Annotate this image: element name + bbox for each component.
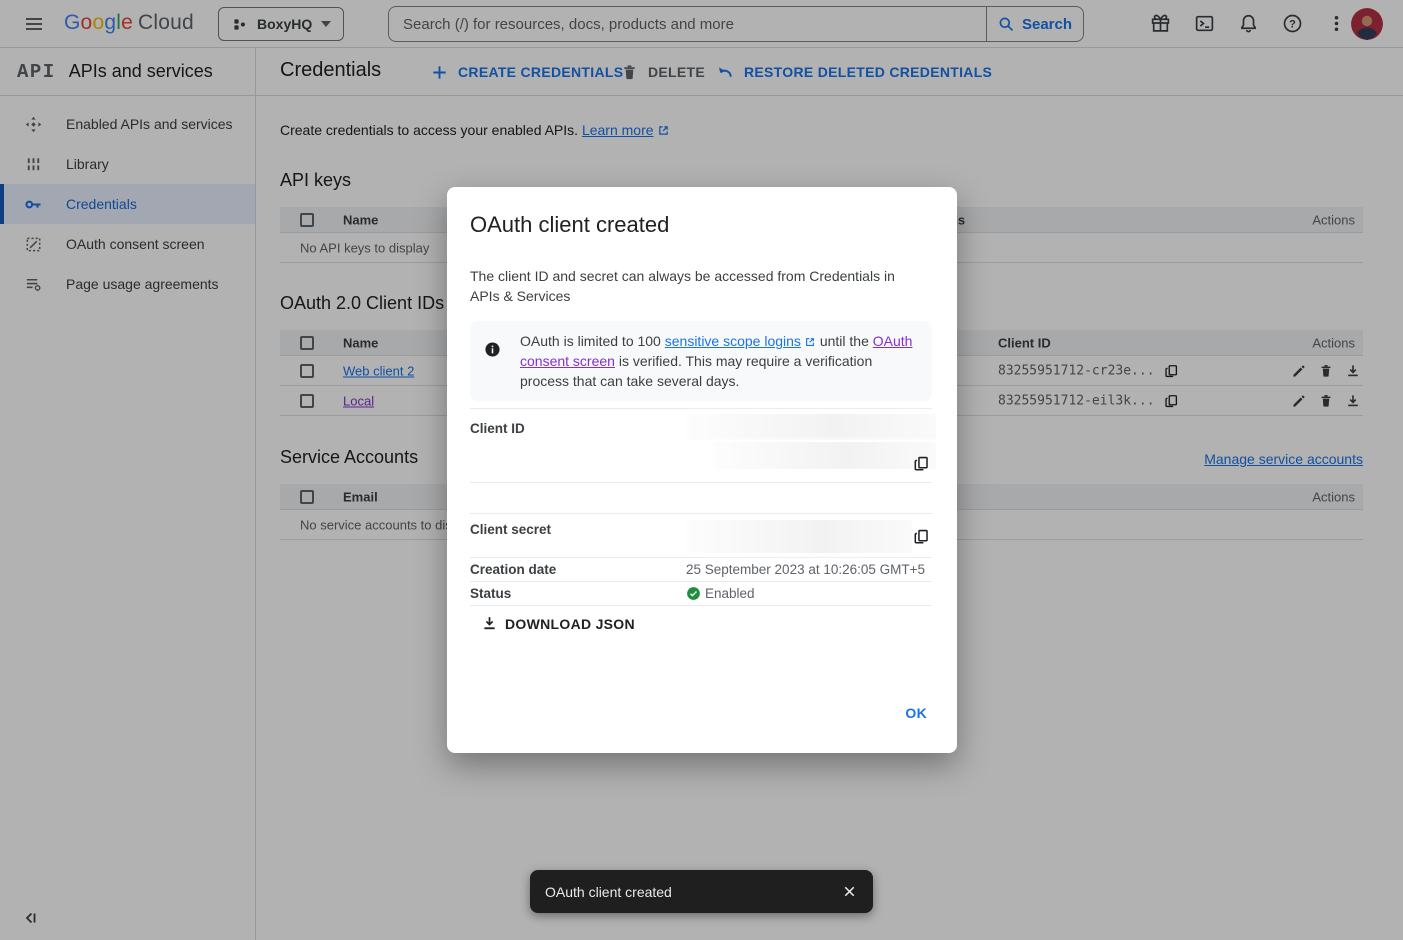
close-icon[interactable] [841, 883, 858, 900]
creation-date-row: Creation date 25 September 2023 at 10:26… [470, 558, 932, 582]
client-id-row: Client ID [470, 408, 932, 483]
creation-date-value: 25 September 2023 at 10:26:05 GMT+5 [686, 562, 925, 577]
client-secret-label: Client secret [470, 522, 551, 537]
info-icon [484, 341, 501, 358]
ok-button[interactable]: OK [895, 699, 937, 727]
redacted-client-id [686, 414, 936, 440]
dialog-title: OAuth client created [470, 212, 669, 238]
info-text-mid: until the [816, 333, 873, 349]
check-circle-icon [686, 586, 701, 601]
status-label: Status [470, 586, 511, 601]
dialog-body-text: The client ID and secret can always be a… [470, 266, 915, 306]
info-banner: OAuth is limited to 100 sensitive scope … [470, 321, 932, 401]
external-link-icon [804, 336, 816, 348]
client-id-label: Client ID [470, 421, 525, 436]
status-text: Enabled [705, 586, 755, 601]
redacted-client-secret [686, 520, 912, 553]
status-value: Enabled [686, 586, 755, 601]
info-text-pre: OAuth is limited to 100 [520, 333, 665, 349]
download-json-label: DOWNLOAD JSON [505, 616, 635, 632]
redacted-client-id [712, 442, 936, 469]
snackbar-message: OAuth client created [545, 884, 841, 900]
snackbar: OAuth client created [530, 870, 873, 913]
download-icon [481, 615, 498, 632]
copy-icon[interactable] [913, 455, 930, 472]
status-row: Status Enabled [470, 582, 932, 606]
client-secret-row: Client secret [470, 513, 932, 558]
sensitive-scope-logins-link[interactable]: sensitive scope logins [665, 333, 801, 349]
creation-date-label: Creation date [470, 562, 556, 577]
info-banner-text: OAuth is limited to 100 sensitive scope … [520, 331, 916, 391]
download-json-button[interactable]: DOWNLOAD JSON [481, 615, 635, 632]
copy-icon[interactable] [913, 528, 930, 545]
oauth-client-created-dialog: OAuth client created The client ID and s… [447, 187, 957, 753]
